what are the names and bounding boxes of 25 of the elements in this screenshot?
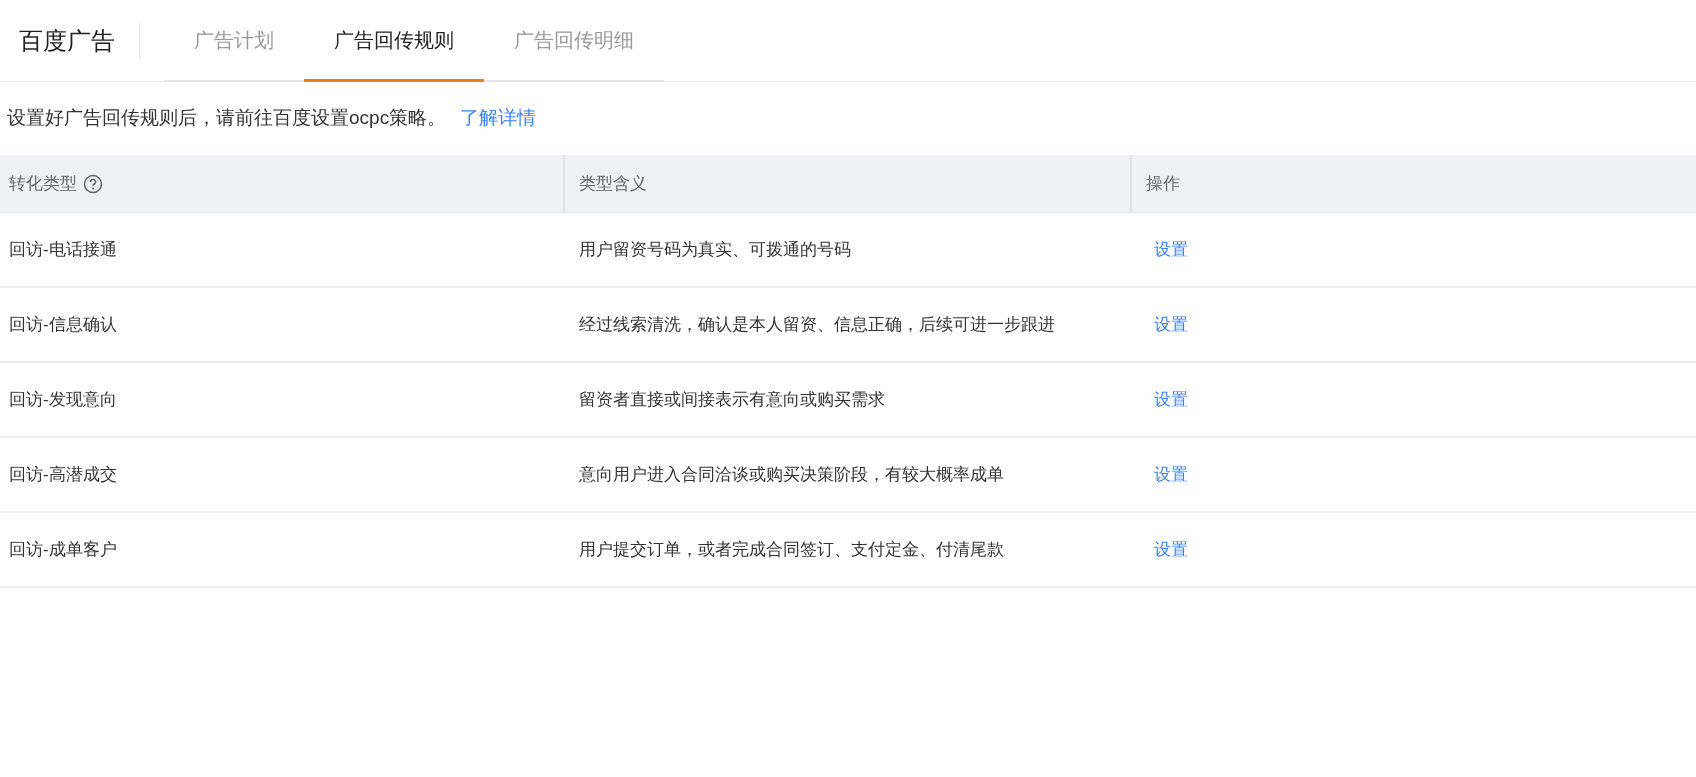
table-cell-text: 留资者直接或间接表示有意向或购买需求: [579, 388, 885, 411]
settings-link[interactable]: 设置: [1154, 236, 1188, 263]
table-cell-text: 经过线索清洗，确认是本人留资、信息正确，后续可进一步跟进: [579, 313, 1055, 336]
table-cell-text: 用户留资号码为真实、可拨通的号码: [579, 238, 851, 261]
tab[interactable]: 广告回传规则: [304, 0, 484, 82]
table-cell-text: 回访-发现意向: [9, 388, 117, 411]
table-cell-text: 回访-高潜成交: [9, 463, 117, 486]
table-cell-text: 用户提交订单，或者完成合同签订、支付定金、付清尾款: [579, 538, 1004, 561]
tab[interactable]: 广告计划: [164, 0, 304, 82]
table-cell-text: 回访-成单客户: [9, 538, 117, 561]
table-cell-text: 意向用户进入合同洽谈或购买决策阶段，有较大概率成单: [579, 463, 1004, 486]
notice-text: 设置好广告回传规则后，请前往百度设置ocpc策略。: [7, 106, 447, 131]
learn-more-link[interactable]: 了解详情: [460, 104, 537, 133]
brand-title: 百度广告: [19, 25, 115, 56]
settings-link[interactable]: 设置: [1154, 461, 1188, 488]
table-cell-text: 回访-信息确认: [9, 313, 117, 336]
tab[interactable]: 广告回传明细: [484, 0, 664, 82]
column-header: 类型含义: [579, 172, 647, 195]
column-header: 转化类型: [9, 172, 77, 195]
help-icon[interactable]: [83, 173, 103, 194]
table-cell-text: 回访-电话接通: [9, 238, 117, 261]
settings-link[interactable]: 设置: [1154, 311, 1188, 338]
column-header: 操作: [1146, 172, 1180, 195]
settings-link[interactable]: 设置: [1154, 536, 1188, 563]
settings-link[interactable]: 设置: [1154, 386, 1188, 413]
